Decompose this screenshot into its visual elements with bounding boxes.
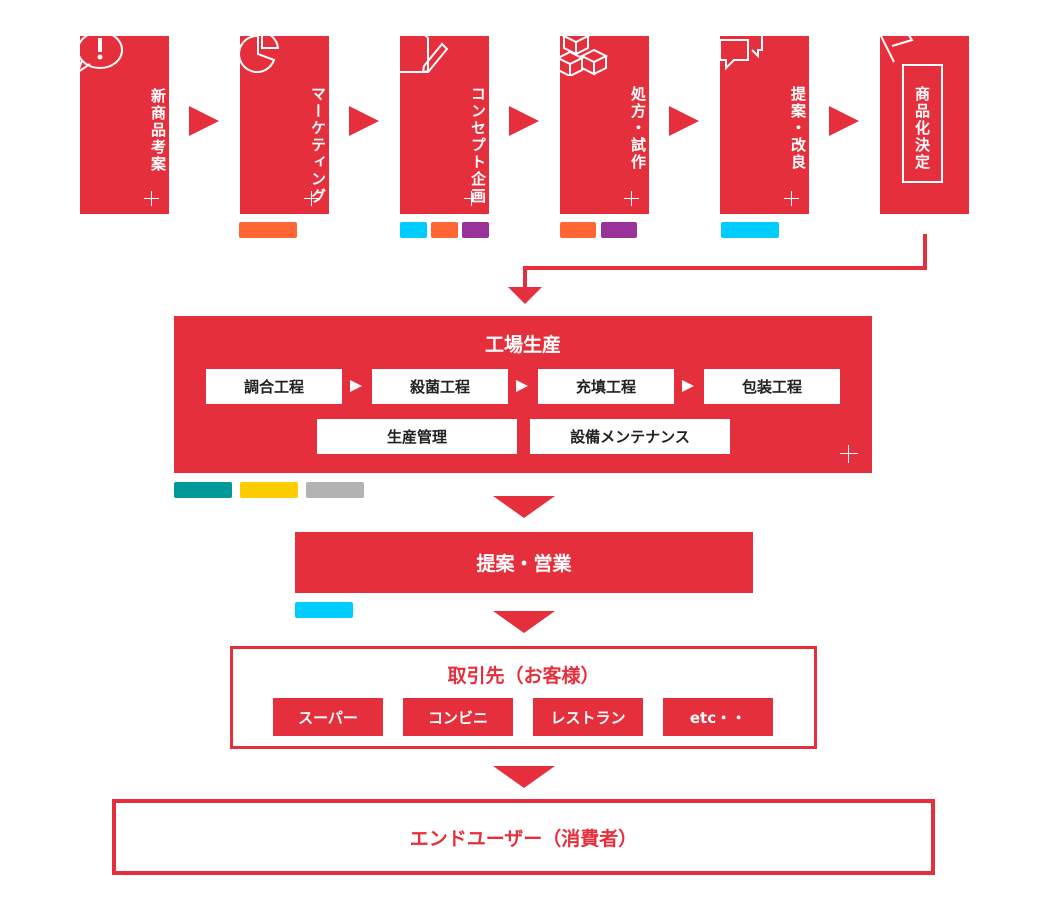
stage-label: コンセプト企画 [469,86,487,205]
stage-label: 商品化決定 [913,86,931,171]
process-step[interactable]: 殺菌工程 [372,369,508,404]
plus-icon[interactable] [624,191,639,206]
document-pencil-icon [400,36,449,74]
tag-orange[interactable] [239,222,297,238]
factory-title: 工場生産 [484,334,561,356]
decision-frame: 商品化決定 [902,64,943,183]
stage-new-product[interactable]: 新商品考案 [80,36,169,214]
stage-label: 新商品考案 [149,88,167,173]
client-item[interactable]: コンビニ [403,698,513,736]
tag-orange[interactable] [560,222,596,238]
arrow-right-icon [350,380,362,392]
arrow-right-icon [669,106,699,136]
stage-label: マーケティング [309,86,327,205]
arrow-right-icon [509,106,539,136]
arrow-down-icon [493,611,555,633]
arrow-down-icon [493,766,555,788]
tag-teal[interactable] [174,482,232,498]
tag-purple[interactable] [601,222,637,238]
plus-icon[interactable] [144,191,159,206]
tag-purple[interactable] [462,222,489,238]
connector-line [923,234,927,270]
tag-orange[interactable] [431,222,458,238]
stage-label: 提案・改良 [789,86,807,171]
arrow-down-icon [508,287,542,304]
stage-commercialization[interactable]: 商品化決定 [880,36,969,214]
stage-marketing[interactable]: マーケティング [240,36,329,214]
speech-bubbles-icon [720,36,763,71]
arrow-down-icon [493,496,555,518]
process-step[interactable]: 調合工程 [206,369,342,404]
connector-line [523,266,927,270]
arrow-right-icon [349,106,379,136]
process-step[interactable]: 充填工程 [538,369,674,404]
pie-chart-icon [240,36,280,73]
plus-icon[interactable] [464,191,479,206]
plus-icon[interactable] [784,191,799,206]
client-item[interactable]: スーパー [273,698,383,736]
support-item[interactable]: 設備メンテナンス [530,419,730,454]
arrow-right-icon [682,380,694,392]
stage-proposal-improvement[interactable]: 提案・改良 [720,36,809,214]
clients-title: 取引先（お客様） [447,665,600,687]
tag-yellow[interactable] [240,482,298,498]
end-user-block: エンドユーザー（消費者） [112,799,935,875]
plus-icon[interactable] [304,191,319,206]
sales-title: 提案・営業 [476,553,572,575]
plus-icon[interactable] [840,445,858,463]
process-step[interactable]: 包装工程 [704,369,840,404]
stage-label: 処方・試作 [629,86,647,171]
arrow-right-icon [189,106,219,136]
support-item[interactable]: 生産管理 [317,419,517,454]
stage-formulation[interactable]: 処方・試作 [560,36,649,214]
arrow-right-icon [829,106,859,136]
sales-block[interactable]: 提案・営業 [295,532,753,593]
client-item[interactable]: etc・・ [663,698,773,736]
end-user-title: エンドユーザー（消費者） [409,827,638,850]
tag-gray[interactable] [306,482,364,498]
exclamation-bubble-icon [80,36,123,72]
client-item[interactable]: レストラン [533,698,643,736]
tag-cyan[interactable] [400,222,427,238]
stage-concept[interactable]: コンセプト企画 [400,36,489,214]
tag-cyan[interactable] [295,602,353,618]
tag-cyan[interactable] [721,222,779,238]
boxes-icon [560,36,609,76]
arrow-right-icon [516,380,528,392]
